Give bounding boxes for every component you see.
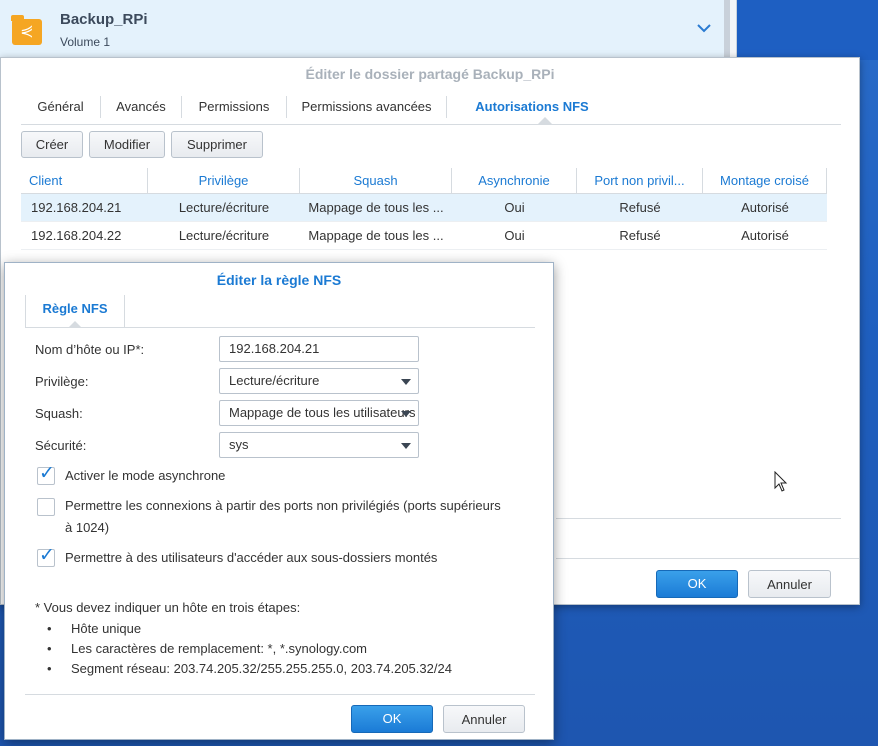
column-cross-mount[interactable]: Montage croisé bbox=[703, 168, 827, 194]
cell-async: Oui bbox=[504, 228, 525, 243]
cell-port: Refusé bbox=[619, 228, 661, 243]
checkmark-icon: ✓ bbox=[39, 463, 55, 484]
squash-label: Squash: bbox=[35, 406, 83, 421]
active-tab-indicator bbox=[538, 117, 552, 124]
privilege-label: Privilège: bbox=[35, 374, 89, 389]
cell-cross-mount: Autorisé bbox=[741, 200, 789, 215]
privilege-value: Lecture/écriture bbox=[229, 373, 320, 388]
table-row[interactable]: 192.168.204.22 Lecture/écriture Mappage … bbox=[21, 222, 827, 250]
column-unprivileged-port[interactable]: Port non privil... bbox=[577, 168, 703, 194]
create-button[interactable]: Créer bbox=[21, 131, 83, 158]
divider bbox=[556, 518, 841, 519]
column-privilege[interactable]: Privilège bbox=[148, 168, 300, 194]
list-scrollbar[interactable] bbox=[724, 0, 730, 60]
tab-permissions[interactable]: Permissions bbox=[182, 96, 287, 118]
async-checkbox-label[interactable]: Activer le mode asynchrone bbox=[65, 465, 225, 487]
security-value: sys bbox=[229, 437, 249, 452]
cell-client: 192.168.204.22 bbox=[31, 228, 122, 243]
unprivileged-ports-checkbox-label[interactable]: Permettre les connexions à partir des po… bbox=[65, 495, 501, 517]
cell-port: Refusé bbox=[619, 200, 661, 215]
tab-advanced[interactable]: Avancés bbox=[101, 96, 182, 118]
chevron-down-icon[interactable] bbox=[697, 20, 711, 36]
tab-general[interactable]: Général bbox=[21, 96, 101, 118]
tab-advanced-permissions[interactable]: Permissions avancées bbox=[287, 96, 447, 118]
delete-button[interactable]: Supprimer bbox=[171, 131, 263, 158]
shared-folder-volume: Volume 1 bbox=[60, 35, 111, 49]
column-squash[interactable]: Squash bbox=[300, 168, 452, 194]
cell-async: Oui bbox=[504, 200, 525, 215]
list-item: Segment réseau: 203.74.205.32/255.255.25… bbox=[71, 661, 452, 676]
squash-value: Mappage de tous les utilisateurs bbox=[229, 405, 416, 420]
dropdown-caret-icon bbox=[401, 379, 411, 385]
host-note: * Vous devez indiquer un hôte en trois é… bbox=[35, 600, 301, 615]
dialog-title: Éditer la règle NFS bbox=[216, 272, 342, 288]
cell-privilege: Lecture/écriture bbox=[178, 228, 270, 243]
shared-folder-icon: ⋞ bbox=[11, 15, 42, 45]
divider bbox=[25, 694, 535, 695]
edit-nfs-rule-dialog: Éditer la règle NFS Règle NFS Nom d’hôte… bbox=[4, 262, 554, 740]
bullet-icon: • bbox=[47, 641, 52, 656]
shared-folder-row[interactable]: ⋞ Backup_RPi Volume 1 bbox=[0, 0, 724, 60]
dialog-tabs: Règle NFS bbox=[25, 295, 535, 328]
table-row[interactable]: 192.168.204.21 Lecture/écriture Mappage … bbox=[21, 194, 827, 222]
privilege-select[interactable]: Lecture/écriture bbox=[219, 368, 419, 394]
subfolders-checkbox[interactable]: ✓ bbox=[37, 545, 55, 567]
dialog-tabs: Général Avancés Permissions Permissions … bbox=[21, 90, 841, 125]
ok-button[interactable]: OK bbox=[656, 570, 738, 598]
security-label: Sécurité: bbox=[35, 438, 87, 453]
unprivileged-ports-checkbox[interactable] bbox=[37, 498, 55, 516]
squash-select[interactable]: Mappage de tous les utilisateurs bbox=[219, 400, 419, 426]
mouse-cursor-icon bbox=[774, 470, 788, 495]
checkmark-icon: ✓ bbox=[39, 545, 55, 566]
cell-client: 192.168.204.21 bbox=[31, 200, 122, 215]
list-item: Les caractères de remplacement: *, *.syn… bbox=[71, 641, 368, 656]
subfolders-checkbox-label[interactable]: Permettre à des utilisateurs d'accéder a… bbox=[65, 547, 437, 569]
security-select[interactable]: sys bbox=[219, 432, 419, 458]
shared-folder-list: ⋞ Backup_RPi Volume 1 bbox=[0, 0, 737, 60]
dropdown-caret-icon bbox=[401, 443, 411, 449]
dropdown-caret-icon bbox=[401, 411, 411, 417]
column-async[interactable]: Asynchronie bbox=[452, 168, 577, 194]
dialog-footer: OK Annuler bbox=[556, 558, 859, 604]
ok-button[interactable]: OK bbox=[351, 705, 433, 733]
cell-squash: Mappage de tous les ... bbox=[308, 200, 444, 215]
bullet-icon: • bbox=[47, 661, 52, 676]
host-input[interactable]: 192.168.204.21 bbox=[219, 336, 419, 362]
cancel-button[interactable]: Annuler bbox=[443, 705, 525, 733]
cancel-button[interactable]: Annuler bbox=[748, 570, 831, 598]
modify-button[interactable]: Modifier bbox=[89, 131, 165, 158]
cell-cross-mount: Autorisé bbox=[741, 228, 789, 243]
column-client[interactable]: Client bbox=[21, 168, 148, 194]
shared-folder-name: Backup_RPi bbox=[60, 11, 148, 28]
host-label: Nom d’hôte ou IP*: bbox=[35, 342, 145, 357]
cell-squash: Mappage de tous les ... bbox=[308, 228, 444, 243]
list-item: Hôte unique bbox=[71, 621, 142, 636]
async-checkbox[interactable]: ✓ bbox=[37, 463, 55, 485]
active-tab-indicator bbox=[68, 321, 82, 328]
tab-nfs-permissions[interactable]: Autorisations NFS bbox=[452, 96, 612, 118]
cell-privilege: Lecture/écriture bbox=[178, 200, 270, 215]
bullet-icon: • bbox=[47, 621, 52, 636]
dialog-title: Éditer le dossier partagé Backup_RPi bbox=[305, 66, 555, 82]
unprivileged-ports-checkbox-label-line2[interactable]: à 1024) bbox=[65, 517, 109, 539]
grid-header: Client Privilège Squash Asynchronie Port… bbox=[21, 168, 827, 194]
